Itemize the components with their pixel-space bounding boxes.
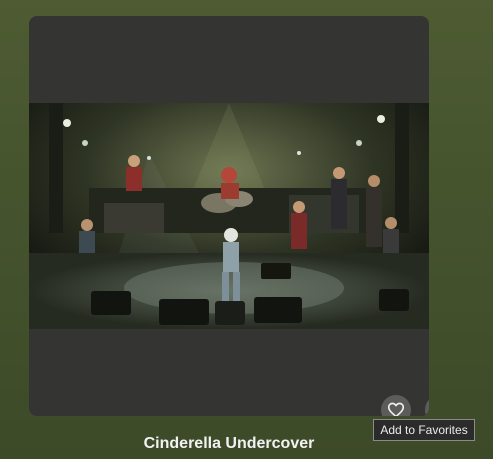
favorite-button[interactable] xyxy=(381,395,411,416)
concert-stage-photo xyxy=(29,103,429,329)
album-artwork[interactable] xyxy=(29,103,429,329)
album-title[interactable]: Cinderella Undercover xyxy=(29,434,429,454)
more-options-button[interactable] xyxy=(425,395,429,416)
heart-outline-icon xyxy=(387,402,405,416)
album-card[interactable] xyxy=(29,16,429,416)
favorites-tooltip: Add to Favorites xyxy=(373,419,475,441)
